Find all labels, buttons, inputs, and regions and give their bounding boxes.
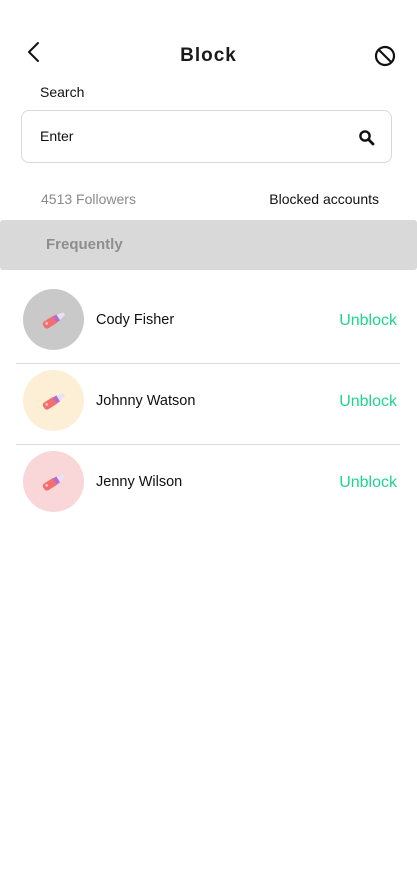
lipstick-icon (42, 473, 65, 491)
avatar (23, 289, 84, 350)
list-item: Jenny Wilson Unblock (16, 445, 400, 526)
user-name: Cody Fisher (96, 312, 175, 328)
unblock-button[interactable]: Unblock (339, 393, 397, 411)
search-box (21, 110, 392, 163)
section-header-frequently: Frequently (0, 220, 417, 270)
search-label: Search (40, 84, 85, 100)
unblock-button[interactable]: Unblock (339, 474, 397, 492)
search-icon[interactable] (358, 129, 376, 147)
block-icon (374, 45, 396, 67)
page-title: Block (180, 45, 237, 66)
blocked-accounts-tab[interactable]: Blocked accounts (269, 191, 379, 207)
unblock-button[interactable]: Unblock (339, 312, 397, 330)
search-input[interactable] (40, 125, 340, 147)
user-name: Jenny Wilson (96, 474, 183, 490)
avatar (23, 451, 84, 512)
list-item: Cody Fisher Unblock (16, 283, 400, 364)
list-item: Johnny Watson Unblock (16, 364, 400, 445)
block-screen: Block Search 4513 Followers Blocked acco… (0, 0, 417, 895)
lipstick-icon (42, 311, 65, 329)
section-label: Frequently (46, 236, 123, 253)
block-button[interactable] (371, 42, 399, 70)
blocked-user-list: Cody Fisher Unblock Johnny Watson Unbloc… (16, 283, 400, 526)
followers-count: 4513 Followers (41, 191, 136, 207)
lipstick-icon (42, 392, 65, 410)
user-name: Johnny Watson (96, 393, 196, 409)
avatar (23, 370, 84, 431)
